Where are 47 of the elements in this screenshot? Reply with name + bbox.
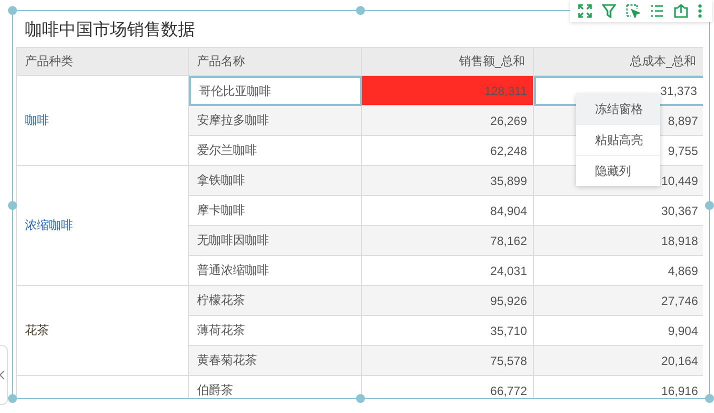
category-label: 浓缩咖啡: [25, 217, 73, 234]
resize-handle[interactable]: [356, 6, 365, 15]
table-cell: 78,162: [362, 226, 534, 256]
resize-handle[interactable]: [705, 201, 714, 210]
column-header[interactable]: 销售额_总和: [362, 47, 534, 76]
list-icon[interactable]: [650, 4, 664, 18]
resize-handle[interactable]: [8, 394, 17, 403]
table-cell: 35,899: [362, 166, 534, 196]
table-cell: 24,031: [362, 256, 534, 286]
menu-item[interactable]: 冻结窗格: [576, 94, 660, 125]
table-cell: 普通浓缩咖啡: [189, 256, 362, 286]
column-header[interactable]: 总成本_总和: [534, 47, 703, 76]
table-cell: 20,164: [534, 346, 703, 376]
table-cell: 安摩拉多咖啡: [189, 106, 362, 136]
table-cell: 62,248: [362, 136, 534, 166]
table-cell: 95,926: [362, 286, 534, 316]
column-header[interactable]: 产品名称: [189, 47, 362, 76]
chart-title: 咖啡中国市场销售数据: [24, 19, 196, 42]
table-cell: 26,269: [362, 106, 534, 136]
table-cell: 18,918: [534, 226, 703, 256]
table-cell: 薄荷花茶: [189, 316, 362, 346]
resize-handle[interactable]: [8, 6, 17, 15]
table-cell: 柠檬花茶: [189, 286, 362, 316]
menu-item[interactable]: 粘贴高亮: [576, 125, 660, 156]
table-cell: 35,710: [362, 316, 534, 346]
category-label: 花茶: [25, 322, 49, 339]
export-icon[interactable]: [674, 4, 688, 18]
column-header[interactable]: 产品种类: [17, 47, 189, 76]
table-cell: 128,311: [362, 76, 534, 106]
resize-handle[interactable]: [356, 394, 365, 403]
resize-handle[interactable]: [705, 394, 714, 403]
resize-handle[interactable]: [8, 201, 17, 210]
expand-icon[interactable]: [578, 4, 592, 18]
table-cell: 哥伦比亚咖啡: [189, 76, 362, 106]
table-cell: 摩卡咖啡: [189, 196, 362, 226]
table-cell: 无咖啡因咖啡: [189, 226, 362, 256]
category-label: 咖啡: [25, 112, 49, 129]
filter-icon[interactable]: [602, 4, 616, 18]
more-icon[interactable]: [698, 4, 702, 18]
selection-cursor-icon[interactable]: [626, 4, 640, 18]
table-cell: 27,746: [534, 286, 703, 316]
table-cell: 拿铁咖啡: [189, 166, 362, 196]
table-cell: 爱尔兰咖啡: [189, 136, 362, 166]
table-cell: 黄春菊花茶: [189, 346, 362, 376]
table-cell: 75,578: [362, 346, 534, 376]
table-cell: 84,904: [362, 196, 534, 226]
chevron-left-icon: [0, 370, 5, 380]
